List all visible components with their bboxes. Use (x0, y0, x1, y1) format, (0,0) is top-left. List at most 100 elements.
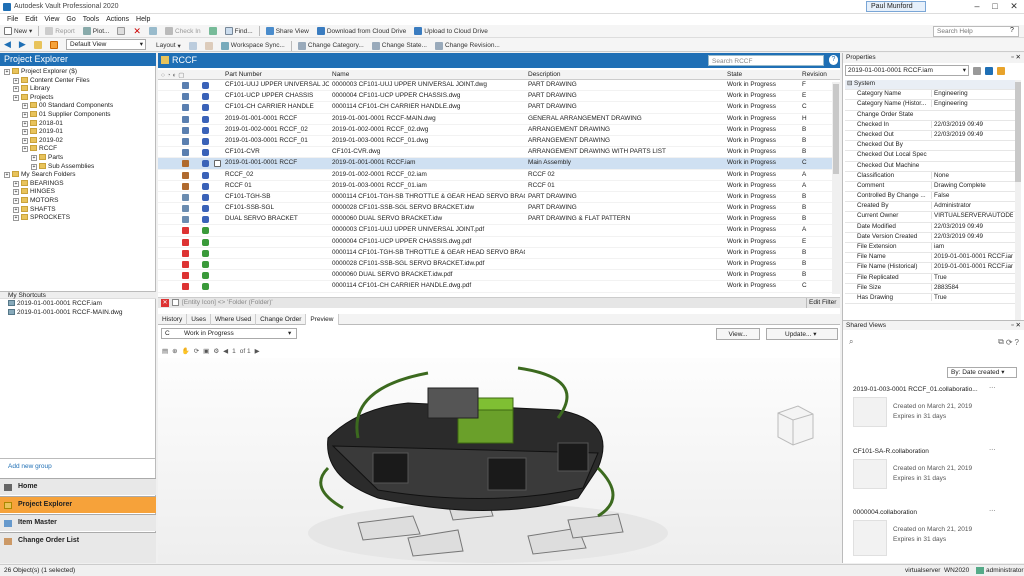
expand-icon[interactable]: + (4, 69, 10, 75)
back-icon[interactable]: ◀ (0, 39, 15, 51)
copy-icon[interactable] (113, 25, 129, 37)
tab-uses[interactable]: Uses (187, 313, 212, 325)
forward-icon[interactable]: ▶ (15, 39, 30, 51)
report-button[interactable]: Report (41, 25, 79, 37)
tree-node[interactable]: + BEARINGS (4, 179, 154, 189)
view-cube-icon[interactable] (777, 405, 814, 446)
nav-item-master[interactable]: Item Master (0, 514, 156, 531)
tab-history[interactable]: History (158, 313, 188, 325)
table-row[interactable]: 0000004 CF101-UCP UPPER CHASSIS.dwg.pdf W… (158, 237, 840, 248)
expand-icon[interactable]: + (31, 154, 37, 161)
expand-icon[interactable]: + (22, 120, 28, 127)
tree-node[interactable]: +2019-02 (4, 136, 154, 146)
help-icon[interactable]: ? (1010, 27, 1014, 34)
tree-node[interactable]: + Projects (4, 93, 154, 103)
pan-icon[interactable]: ✋ (182, 347, 190, 355)
expand-icon[interactable]: + (31, 163, 37, 170)
prev-page-icon[interactable]: ◀ (223, 347, 228, 355)
expand-icon[interactable]: + (13, 189, 19, 196)
table-row[interactable]: 0000003 CF101-UUJ UPPER UNIVERSAL JOINT.… (158, 225, 840, 237)
menu-edit[interactable]: Edit (25, 16, 37, 23)
shortcut-item[interactable]: 2019-01-001-0001 RCCF-MAIN.dwg (8, 308, 154, 318)
tree-node[interactable]: + RCCF (4, 145, 154, 154)
upload-cloud-button[interactable]: Upload to Cloud Drive (410, 25, 492, 37)
filter-checkbox[interactable] (172, 299, 179, 306)
property-row[interactable]: Checked Out Machine (845, 162, 1021, 172)
table-row[interactable]: 0000114 CF101-TGH-SB THROTTLE & GEAR HEA… (158, 248, 840, 259)
nav-change-order-list[interactable]: Change Order List (0, 532, 156, 563)
property-row[interactable]: Created By Administrator (845, 202, 1021, 213)
check-in-button[interactable]: Check In (161, 25, 205, 37)
property-row[interactable]: Checked Out 22/03/2019 09:49 (845, 130, 1021, 142)
tree-node[interactable]: + Library (4, 85, 154, 94)
update-button[interactable]: Update... ▾ (766, 328, 838, 340)
property-row[interactable]: Date Version Created 22/03/2019 09:49 (845, 232, 1021, 243)
table-row[interactable]: RCCF_02 2019-01-002-0001 RCCF_02.iam RCCF … (158, 170, 840, 181)
view-select[interactable]: Default View ▾ (66, 39, 146, 50)
table-row[interactable]: RCCF 01 2019-01-003-0001 RCCF_01.iam RCCF … (158, 181, 840, 192)
property-row[interactable]: Has Drawing True (845, 293, 1021, 305)
card-menu-icon[interactable]: ··· (989, 446, 996, 453)
edit-filter-button[interactable]: Edit Filter (806, 298, 838, 308)
shared-view-card-2[interactable]: CF101-SA-R.collaboration ··· Created on M… (849, 445, 1017, 505)
property-row[interactable]: File Extension iam (845, 243, 1021, 254)
tree-node[interactable]: +00 Standard Components (4, 102, 154, 111)
toolbar-icon-b[interactable] (201, 40, 217, 52)
copy-link-icon[interactable]: ⧉ (998, 337, 1004, 347)
view-button[interactable]: View... (716, 328, 760, 340)
property-row[interactable]: File Name (Historical) 2019-01-001-0001 R… (845, 263, 1021, 274)
tree-node[interactable]: + Sub Assemblies (4, 162, 154, 172)
minimize-icon[interactable]: – (968, 1, 986, 13)
clear-filter-icon[interactable]: ✕ (161, 299, 169, 307)
search-help-input[interactable]: Search Help (933, 26, 1019, 37)
property-row[interactable]: Classification None (845, 171, 1021, 182)
column-name[interactable]: Name (332, 71, 349, 78)
refresh-icon[interactable]: ⟳ (1006, 338, 1013, 347)
refresh-icon[interactable] (205, 25, 221, 37)
change-revision-button[interactable]: Change Revision... (431, 40, 504, 52)
tree-node[interactable]: + My Search Folders (4, 171, 154, 180)
user-button[interactable]: Paul Munford (866, 1, 926, 12)
menu-help[interactable]: Help (136, 16, 150, 23)
table-row[interactable]: CF101-TGH-SB 0000114 CF101-TGH-SB THROTTL… (158, 192, 840, 204)
next-page-icon[interactable]: ▶ (255, 347, 260, 355)
tree-node[interactable]: + Project Explorer ($) (4, 68, 154, 77)
nav-project-explorer[interactable]: Project Explorer (0, 496, 156, 513)
column-state[interactable]: State (727, 71, 742, 78)
plot-button[interactable]: Plot... (79, 25, 114, 37)
table-row[interactable]: CF101-SSB-SGL 0000028 CF101-SSB-SGL SERVO… (158, 203, 840, 215)
table-row[interactable]: DUAL SERVO BRACKET 0000060 DUAL SERVO BRA… (158, 214, 840, 226)
shared-view-card-1[interactable]: 2019-01-003-0001 RCCF_01.collaboratio...… (849, 383, 1017, 443)
column-description[interactable]: Description (528, 71, 561, 78)
shortcut-item[interactable]: 2019-01-001-0001 RCCF.iam (8, 300, 154, 309)
new-button[interactable]: New ▾ (0, 25, 36, 37)
orbit-icon[interactable]: ⟳ (194, 347, 199, 355)
property-row[interactable]: Comment Drawing Complete (845, 181, 1021, 193)
tab-where-used[interactable]: Where Used (211, 313, 257, 325)
property-row[interactable]: Checked Out Local Spec (845, 151, 1021, 162)
print-icon[interactable]: ▤ (162, 347, 168, 355)
zoom-icon[interactable]: ⊕ (172, 347, 177, 355)
tree-node[interactable]: +2018-01 (4, 119, 154, 129)
expand-icon[interactable]: + (4, 172, 10, 179)
settings-icon[interactable]: ⚙ (213, 347, 219, 355)
list-icon[interactable] (973, 66, 981, 75)
properties-scrollbar[interactable] (1015, 80, 1021, 320)
property-row[interactable]: Category Name (Histor... Engineering (845, 100, 1021, 111)
expand-icon[interactable]: + (13, 86, 19, 93)
add-property-icon[interactable] (985, 66, 993, 75)
preview-version-select[interactable]: C Work in Progress ▾ (161, 328, 297, 339)
download-cloud-button[interactable]: Download from Cloud Drive (313, 25, 410, 37)
property-row[interactable]: Checked Out By (845, 141, 1021, 152)
search-icon[interactable]: ⌕ (849, 337, 853, 347)
menu-file[interactable]: File (7, 16, 18, 23)
tree-node[interactable]: +2019-01 (4, 128, 154, 137)
expand-icon[interactable]: + (13, 197, 19, 204)
up-folder-icon[interactable] (30, 39, 46, 51)
tab-change-order[interactable]: Change Order (256, 313, 307, 325)
active-view-icon[interactable] (46, 39, 62, 51)
table-row[interactable]: 0000114 CF101-CH CARRIER HANDLE.dwg.pdf W… (158, 281, 840, 293)
expand-icon[interactable]: + (22, 129, 28, 136)
table-row[interactable]: 2019-01-003-0001 RCCF_01 2019-01-003-0001… (158, 136, 840, 148)
property-row[interactable]: File Name 2019-01-001-0001 RCCF.iam (845, 253, 1021, 264)
